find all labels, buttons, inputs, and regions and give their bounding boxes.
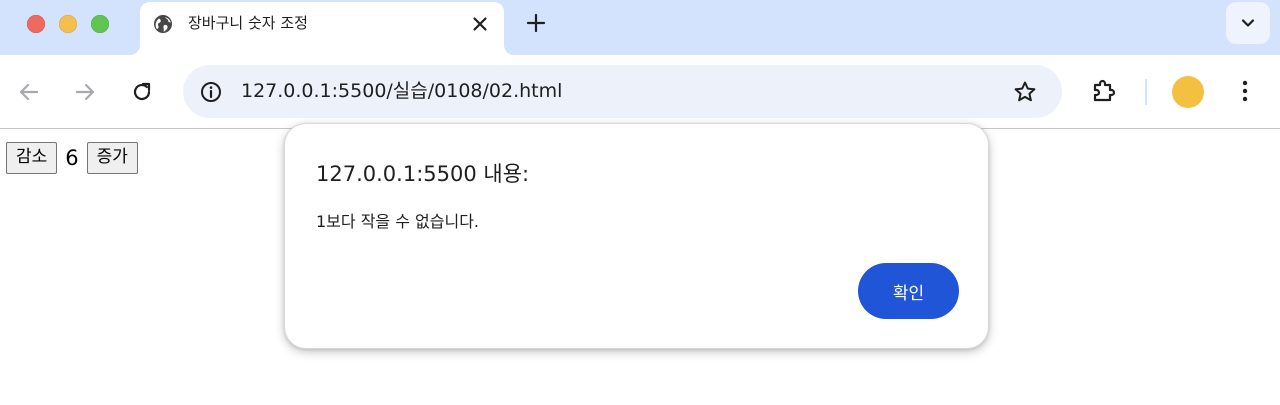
kebab-menu-icon[interactable] bbox=[1233, 77, 1257, 105]
url-text[interactable]: 127.0.0.1:5500/실습/0108/02.html bbox=[241, 78, 562, 104]
tab-title: 장바구니 숫자 조정 bbox=[188, 14, 308, 32]
dialog-title: 127.0.0.1:5500 내용: bbox=[316, 162, 530, 186]
arrow-left-icon[interactable] bbox=[16, 79, 42, 105]
arrow-right-icon[interactable] bbox=[72, 79, 98, 105]
cart-counter: 감소 6 증가 bbox=[6, 142, 138, 174]
plus-icon[interactable] bbox=[524, 11, 548, 35]
tab-active[interactable]: 장바구니 숫자 조정 bbox=[140, 2, 504, 55]
info-icon[interactable] bbox=[199, 80, 223, 104]
count-value: 6 bbox=[65, 146, 79, 170]
toolbar: 127.0.0.1:5500/실습/0108/02.html bbox=[0, 55, 1280, 129]
alert-dialog: 127.0.0.1:5500 내용: 1보다 작을 수 없습니다. 확인 bbox=[284, 123, 989, 349]
star-icon[interactable] bbox=[1012, 79, 1038, 105]
toolbar-divider bbox=[1145, 79, 1147, 105]
address-bar[interactable]: 127.0.0.1:5500/실습/0108/02.html bbox=[183, 65, 1062, 118]
window-zoom-button[interactable] bbox=[91, 15, 109, 33]
tab-strip: 장바구니 숫자 조정 bbox=[0, 0, 1280, 55]
browser-window: 장바구니 숫자 조정 127.0.0.1:5500/실습/0108/02.htm… bbox=[0, 0, 1280, 405]
chevron-down-icon bbox=[1241, 19, 1255, 27]
decrease-button[interactable]: 감소 bbox=[6, 142, 58, 174]
close-icon[interactable] bbox=[470, 14, 490, 34]
dialog-message: 1보다 작을 수 없습니다. bbox=[316, 212, 480, 231]
reload-icon[interactable] bbox=[129, 79, 155, 105]
increase-button[interactable]: 증가 bbox=[86, 142, 138, 174]
profile-avatar[interactable] bbox=[1172, 76, 1204, 108]
window-minimize-button[interactable] bbox=[59, 15, 77, 33]
globe-icon bbox=[154, 15, 172, 33]
ok-button[interactable]: 확인 bbox=[858, 263, 959, 319]
puzzle-icon[interactable] bbox=[1089, 77, 1117, 105]
window-close-button[interactable] bbox=[27, 15, 45, 33]
tab-search-button[interactable] bbox=[1226, 2, 1270, 44]
